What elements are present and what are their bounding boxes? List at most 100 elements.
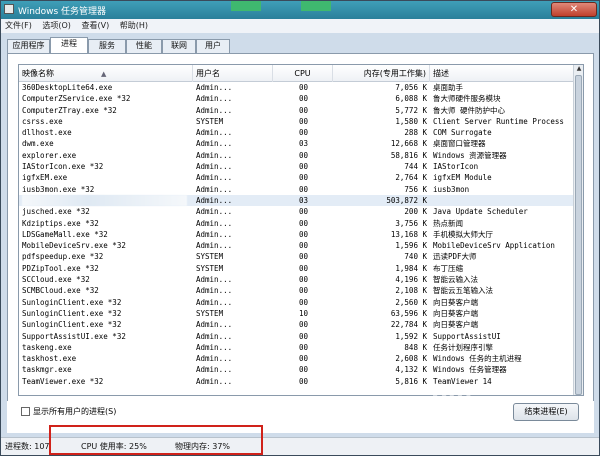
process-cpu: 00 xyxy=(299,275,309,285)
menu-options[interactable]: 选项(O) xyxy=(38,19,75,33)
process-cpu: 00 xyxy=(299,252,309,262)
table-row[interactable]: SunloginClient.exe *32 Admin... 00 2,560 K 向… xyxy=(19,297,575,308)
process-memory: 12,668 K xyxy=(390,139,427,149)
process-description: 任务计划程序引擎 xyxy=(433,342,493,352)
table-row[interactable]: igfxEM.exe Admin... 00 2,764 K igfxEM Module xyxy=(19,172,575,183)
table-row[interactable]: SunloginClient.exe *32 Admin... 00 22,784 K… xyxy=(19,319,575,330)
process-cpu: 00 xyxy=(299,376,309,386)
show-all-users-checkbox[interactable] xyxy=(21,407,30,416)
column-header-name[interactable]: 映像名称 ▲ xyxy=(19,65,193,82)
column-header-user[interactable]: 用户名 xyxy=(193,65,273,82)
process-list[interactable]: 映像名称 ▲ 用户名 CPU 内存(专用工作集) 描述 360DesktopLit… xyxy=(18,64,584,396)
tab-users[interactable]: 用户 xyxy=(196,39,230,53)
tab-networking[interactable]: 联网 xyxy=(162,39,196,53)
process-cpu: 00 xyxy=(299,128,309,138)
task-manager-window: Windows 任务管理器 ✕ 文件(F) 选项(O) 查看(V) 帮助(H) … xyxy=(0,0,600,456)
process-description: MobileDeviceSrv Application xyxy=(433,241,555,251)
table-row[interactable]: Admin... 03 503,872 K xyxy=(19,194,575,207)
sort-up-icon: ▲ xyxy=(101,70,107,78)
process-memory: 2,560 K xyxy=(395,297,427,307)
column-header-memory[interactable]: 内存(专用工作集) xyxy=(333,65,430,82)
process-name: taskhost.exe xyxy=(22,354,77,364)
process-memory: 1,596 K xyxy=(395,241,427,251)
process-description: 热点新闻 xyxy=(433,218,463,228)
process-user: Admin... xyxy=(196,297,233,307)
table-row[interactable]: iusb3mon.exe *32 Admin... 00 756 K iusb3mon xyxy=(19,184,575,195)
process-memory: 1,580 K xyxy=(395,116,427,126)
process-description: Java Update Scheduler xyxy=(433,207,528,217)
table-row[interactable]: SCMBCloud.exe *32 Admin... 00 2,108 K 智能云五笔输… xyxy=(19,285,575,296)
process-name: taskmgr.exe xyxy=(22,365,72,375)
process-user: SYSTEM xyxy=(196,252,224,262)
process-name: IAStorIcon.exe *32 xyxy=(22,162,104,172)
process-cpu: 00 xyxy=(299,116,309,126)
process-cpu: 00 xyxy=(299,241,309,251)
process-memory: 58,816 K xyxy=(390,150,427,160)
end-process-button[interactable]: 结束进程(E) xyxy=(513,403,579,421)
table-row[interactable]: LDSGameMall.exe *32 Admin... 00 13,168 K 手机模… xyxy=(19,229,575,240)
process-description: 桌面窗口管理器 xyxy=(433,139,486,149)
table-row[interactable]: MobileDeviceSrv.exe *32 Admin... 00 1,596 K… xyxy=(19,240,575,251)
process-memory: 4,132 K xyxy=(395,365,427,375)
process-cpu: 00 xyxy=(299,354,309,364)
table-row[interactable]: taskhost.exe Admin... 00 2,608 K Windows 任务的… xyxy=(19,353,575,364)
table-row[interactable]: Kdziptips.exe *32 Admin... 00 3,756 K 热点新闻 xyxy=(19,218,575,229)
menu-help[interactable]: 帮助(H) xyxy=(116,19,152,33)
process-memory: 503,872 K xyxy=(386,195,427,205)
tab-performance[interactable]: 性能 xyxy=(126,39,162,53)
process-memory: 6,088 K xyxy=(395,94,427,104)
table-row[interactable]: dwm.exe Admin... 03 12,668 K 桌面窗口管理器 xyxy=(19,138,575,149)
process-user: Admin... xyxy=(196,354,233,364)
process-name: csrss.exe xyxy=(22,116,63,126)
table-row[interactable]: csrss.exe SYSTEM 00 1,580 K Client Server Ru… xyxy=(19,116,575,127)
process-memory: 288 K xyxy=(404,128,427,138)
table-row[interactable]: jusched.exe *32 Admin... 00 200 K Java Updat… xyxy=(19,206,575,217)
column-header-description[interactable]: 描述 xyxy=(430,65,575,82)
menu-view[interactable]: 查看(V) xyxy=(77,19,113,33)
process-name: MobileDeviceSrv.exe *32 xyxy=(22,241,126,251)
column-header-cpu[interactable]: CPU xyxy=(273,65,333,82)
table-row[interactable]: PDZipTool.exe *32 SYSTEM 00 1,984 K 布丁压缩 xyxy=(19,263,575,274)
process-cpu: 00 xyxy=(299,207,309,217)
process-description: Windows 任务的主机进程 xyxy=(433,354,522,364)
process-memory: 2,764 K xyxy=(395,173,427,183)
process-name: ComputerZService.exe *32 xyxy=(22,94,131,104)
process-description: iusb3mon xyxy=(433,184,470,194)
list-header: 映像名称 ▲ 用户名 CPU 内存(专用工作集) 描述 xyxy=(19,65,583,82)
table-row[interactable]: ComputerZService.exe *32 Admin... 00 6,088 … xyxy=(19,93,575,104)
table-row[interactable]: taskmgr.exe Admin... 00 4,132 K Windows 任务管理… xyxy=(19,364,575,375)
process-name: jusched.exe *32 xyxy=(22,207,90,217)
process-memory: 744 K xyxy=(404,162,427,172)
table-row[interactable]: ComputerZTray.exe *32 Admin... 00 5,772 K 鲁大… xyxy=(19,105,575,116)
process-cpu: 00 xyxy=(299,184,309,194)
table-row[interactable]: explorer.exe Admin... 00 58,816 K Windows 资源… xyxy=(19,150,575,161)
show-all-users-label[interactable]: 显示所有用户的进程(S) xyxy=(33,406,116,417)
process-name: SCCloud.exe *32 xyxy=(22,275,90,285)
tab-services[interactable]: 服务 xyxy=(88,39,126,53)
table-row[interactable]: SunloginClient.exe *32 SYSTEM 10 63,596 K 向日… xyxy=(19,308,575,319)
table-row[interactable]: taskeng.exe Admin... 00 848 K 任务计划程序引擎 xyxy=(19,342,575,353)
table-row[interactable]: dllhost.exe Admin... 00 288 K COM Surrogate xyxy=(19,127,575,138)
processes-panel: 映像名称 ▲ 用户名 CPU 内存(专用工作集) 描述 360DesktopLit… xyxy=(7,53,594,433)
process-description: 智能云输入法 xyxy=(433,275,478,285)
menu-file[interactable]: 文件(F) xyxy=(1,19,36,33)
process-memory: 2,608 K xyxy=(395,354,427,364)
process-name: iusb3mon.exe *32 xyxy=(22,184,95,194)
tab-processes[interactable]: 进程 xyxy=(50,37,88,53)
table-row[interactable]: 360DesktopLite64.exe Admin... 00 7,056 K 桌面助… xyxy=(19,82,575,93)
table-row[interactable]: SupportAssistUI.exe *32 Admin... 00 1,592 K… xyxy=(19,331,575,342)
table-row[interactable]: IAStorIcon.exe *32 Admin... 00 744 K IAStorI… xyxy=(19,161,575,172)
process-description: 鲁大师 硬件防护中心 xyxy=(433,105,506,115)
scrollbar-thumb[interactable] xyxy=(575,75,582,395)
process-cpu: 00 xyxy=(299,229,309,239)
table-row[interactable]: TeamViewer.exe *32 Admin... 00 5,816 K TeamV… xyxy=(19,376,575,387)
close-button[interactable]: ✕ xyxy=(551,2,597,17)
tab-applications[interactable]: 应用程序 xyxy=(7,39,50,53)
vertical-scrollbar[interactable]: ▲ ▼ xyxy=(573,65,583,395)
table-row[interactable]: SCCloud.exe *32 Admin... 00 4,196 K 智能云输入法 xyxy=(19,274,575,285)
process-name: SunloginClient.exe *32 xyxy=(22,320,122,330)
scroll-up-icon[interactable]: ▲ xyxy=(574,65,583,74)
process-user: Admin... xyxy=(196,162,233,172)
table-row[interactable]: pdfspeedup.exe *32 SYSTEM 00 740 K 迅读PDF大师 xyxy=(19,251,575,262)
watermark: Bai xyxy=(431,381,474,406)
